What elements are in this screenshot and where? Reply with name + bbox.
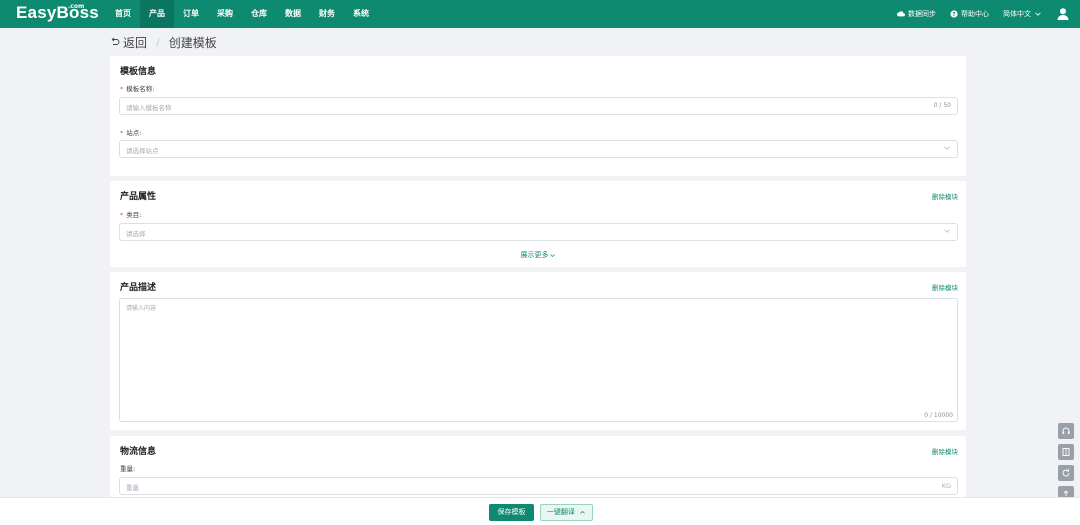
site-label: * 站点:: [120, 129, 142, 137]
headset-icon: [1062, 427, 1070, 434]
main-nav: 首页 产品 订单 采购 仓库 数据 财务 系统: [106, 0, 378, 28]
required-mark: *: [120, 85, 124, 93]
back-button[interactable]: 返回: [110, 34, 147, 51]
template-name-label: * 模板名称:: [120, 85, 155, 93]
description-counter: 0 / 10000: [924, 412, 953, 419]
site-placeholder: 请选择站点: [126, 147, 159, 155]
help-icon: ?: [950, 10, 958, 18]
show-more-link[interactable]: 展示更多: [110, 250, 966, 260]
product-desc-title: 产品描述: [120, 283, 157, 293]
app-logo-suffix: .com: [68, 3, 85, 10]
delete-module-link[interactable]: 删除模块: [932, 191, 958, 201]
cloud-icon: [897, 11, 905, 17]
refresh-button[interactable]: [1058, 465, 1074, 481]
weight-input[interactable]: 重量 KG: [119, 477, 958, 495]
required-mark: *: [120, 211, 124, 219]
product-desc-card: 产品描述 删除模块 请输入内容 0 / 10000: [110, 272, 966, 430]
weight-placeholder: 重量: [126, 484, 139, 492]
logistics-title: 物流信息: [120, 447, 157, 457]
logistics-card: 物流信息 删除模块 重量: 重量 KG: [110, 436, 966, 497]
product-attr-card: 产品属性 删除模块 * 类目: 请选择 展示更多: [110, 181, 966, 267]
guide-button[interactable]: [1058, 444, 1074, 460]
user-avatar-icon[interactable]: [1056, 7, 1070, 21]
nav-item-product[interactable]: 产品: [140, 0, 174, 28]
category-placeholder: 请选择: [126, 230, 146, 238]
back-label: 返回: [123, 35, 148, 50]
data-sync-label: 数据同步: [908, 10, 936, 18]
template-name-placeholder: 请输入模板名称: [126, 104, 172, 112]
nav-item-purchase[interactable]: 采购: [208, 0, 242, 28]
nav-item-data[interactable]: 数据: [276, 0, 310, 28]
product-attr-title: 产品属性: [120, 192, 157, 202]
translate-button[interactable]: 一键翻译: [540, 504, 593, 521]
app-logo[interactable]: EasyBoss: [16, 3, 99, 23]
customer-service-button[interactable]: [1058, 423, 1074, 439]
book-icon: [1062, 448, 1070, 456]
template-name-input[interactable]: 请输入模板名称 0 / 50: [119, 97, 958, 115]
refresh-icon: [1062, 469, 1070, 477]
delete-module-link[interactable]: 删除模块: [932, 282, 958, 292]
help-center-link[interactable]: ? 帮助中心: [950, 9, 989, 19]
nav-item-system[interactable]: 系统: [344, 0, 378, 28]
nav-item-finance[interactable]: 财务: [310, 0, 344, 28]
back-arrow-icon: [111, 37, 120, 45]
nav-item-warehouse[interactable]: 仓库: [242, 0, 276, 28]
site-select[interactable]: 请选择站点: [119, 140, 958, 158]
page-title: 创建模板: [168, 35, 217, 50]
show-more-label: 展示更多: [520, 251, 549, 259]
template-info-card: 模板信息 * 模板名称: 请输入模板名称 0 / 50 * 站点: 请选择站点: [110, 56, 966, 176]
weight-label: 重量:: [120, 465, 136, 473]
translate-label: 一键翻译: [546, 508, 575, 516]
weight-unit: KG: [941, 482, 951, 490]
chevron-down-icon: [1035, 12, 1041, 16]
bottom-action-bar: 保存模板 一键翻译: [0, 497, 1080, 525]
chevron-up-icon: [580, 510, 585, 514]
language-label: 简体中文: [1003, 10, 1031, 18]
top-right-tools: 数据同步 ? 帮助中心 简体中文: [897, 0, 1080, 28]
save-template-button[interactable]: 保存模板: [489, 504, 534, 521]
description-placeholder: 请输入内容: [126, 305, 157, 312]
side-toolbar: [1058, 423, 1074, 507]
delete-module-link[interactable]: 删除模块: [932, 446, 958, 456]
required-mark: *: [120, 129, 124, 137]
template-name-counter: 0 / 50: [933, 102, 951, 109]
chevron-down-icon: [944, 229, 950, 233]
svg-text:?: ?: [952, 12, 955, 18]
category-label: * 类目:: [120, 211, 142, 219]
data-sync-link[interactable]: 数据同步: [897, 9, 936, 19]
help-center-label: 帮助中心: [961, 10, 989, 18]
description-textarea[interactable]: 请输入内容 0 / 10000: [119, 298, 958, 422]
breadcrumb: 返回 / 创建模板: [110, 34, 217, 50]
language-select[interactable]: 简体中文: [1003, 9, 1042, 19]
category-select[interactable]: 请选择: [119, 223, 958, 241]
chevron-down-icon: [944, 146, 950, 150]
template-info-title: 模板信息: [120, 67, 157, 77]
chevron-down-icon: [549, 253, 555, 257]
breadcrumb-separator: /: [156, 35, 160, 49]
nav-item-home[interactable]: 首页: [106, 0, 140, 28]
top-navbar: EasyBoss .com 首页 产品 订单 采购 仓库 数据 财务 系统 数据…: [0, 0, 1080, 28]
nav-item-order[interactable]: 订单: [174, 0, 208, 28]
